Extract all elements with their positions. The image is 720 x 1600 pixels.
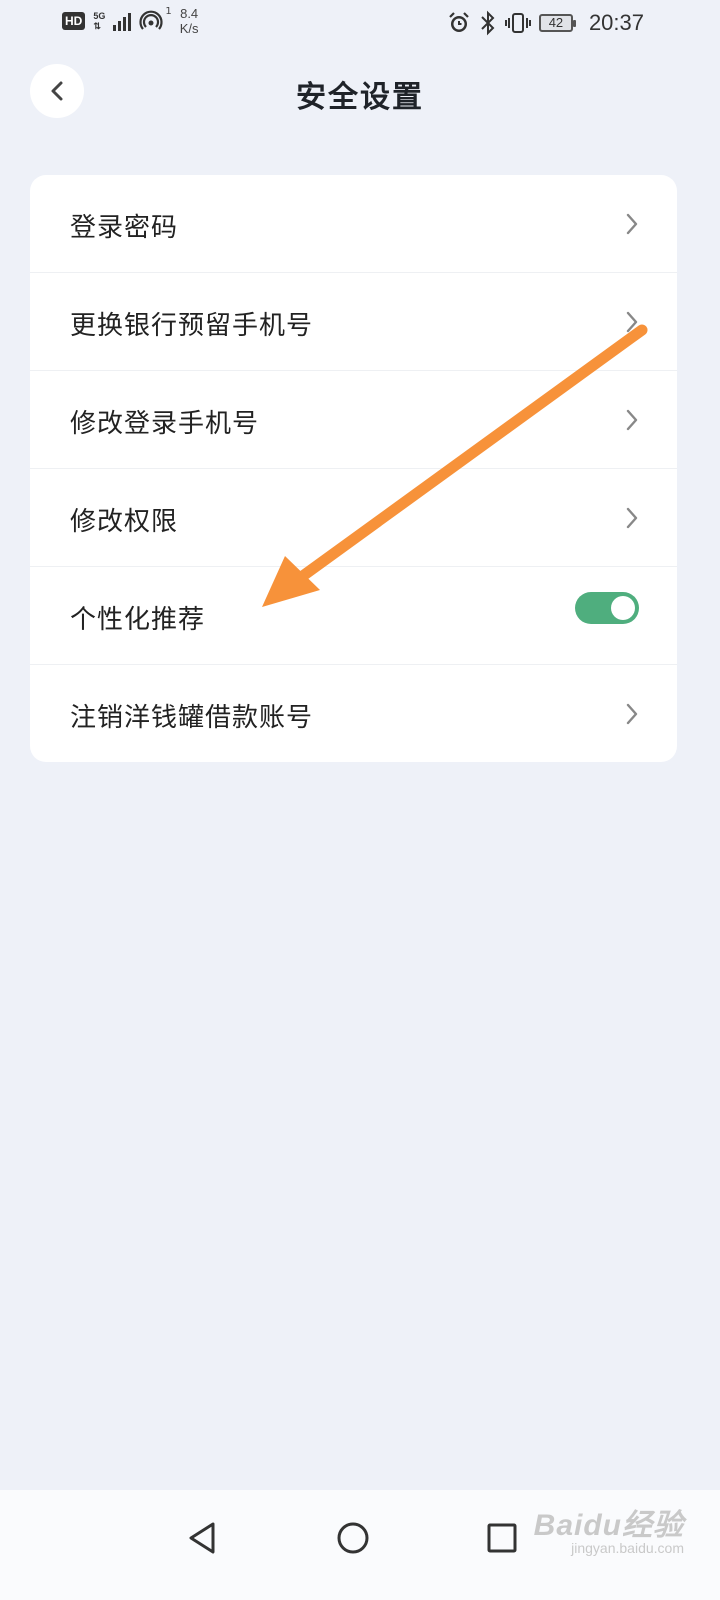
chevron-right-icon bbox=[626, 213, 638, 235]
hotspot-count: 1 bbox=[165, 6, 172, 17]
chevron-right-icon bbox=[626, 703, 638, 725]
hd-icon: HD bbox=[62, 12, 86, 30]
chevron-right-icon bbox=[626, 311, 638, 333]
setting-cancel-account[interactable]: 注销洋钱罐借款账号 bbox=[30, 665, 677, 762]
chevron-right-icon bbox=[626, 409, 638, 431]
personalized-recommendation-toggle[interactable] bbox=[575, 592, 639, 624]
status-bar: HD 5G ⇅ 1 8.4 K/s 42 20:37 bbox=[0, 0, 720, 50]
setting-personalized-recommendation: 个性化推荐 bbox=[30, 567, 677, 665]
status-time: 20:37 bbox=[588, 10, 644, 35]
setting-change-bank-phone[interactable]: 更换银行预留手机号 bbox=[30, 273, 677, 371]
chevron-right-icon bbox=[626, 507, 638, 529]
setting-label: 更换银行预留手机号 bbox=[70, 311, 314, 341]
battery-icon: 42 bbox=[538, 14, 576, 32]
setting-label: 修改登录手机号 bbox=[70, 409, 260, 439]
setting-label: 登录密码 bbox=[70, 213, 179, 243]
watermark-main: Baidu经验 bbox=[533, 1509, 684, 1542]
nav-back-button[interactable] bbox=[172, 1508, 232, 1568]
recents-square-icon bbox=[487, 1523, 517, 1553]
network-type: 5G ⇅ bbox=[93, 11, 106, 31]
setting-change-login-phone[interactable]: 修改登录手机号 bbox=[30, 371, 677, 469]
nav-recents-button[interactable] bbox=[472, 1508, 532, 1568]
setting-login-password[interactable]: 登录密码 bbox=[30, 175, 677, 273]
home-circle-icon bbox=[337, 1522, 369, 1554]
page-title: 安全设置 bbox=[296, 80, 424, 115]
baidu-watermark: Baidu经验 jingyan.baidu.com bbox=[534, 1500, 684, 1556]
alarm-icon bbox=[449, 12, 469, 32]
setting-label: 注销洋钱罐借款账号 bbox=[70, 703, 314, 733]
back-triangle-icon bbox=[189, 1522, 215, 1554]
hotspot-icon bbox=[139, 10, 163, 30]
setting-label: 个性化推荐 bbox=[70, 605, 206, 635]
setting-label: 修改权限 bbox=[70, 507, 179, 537]
settings-card: 登录密码 更换银行预留手机号 修改登录手机号 修改权限 个性化推荐 注销洋钱罐借… bbox=[30, 175, 677, 762]
signal-icon bbox=[113, 11, 132, 31]
vibrate-icon bbox=[504, 13, 531, 33]
setting-permissions[interactable]: 修改权限 bbox=[30, 469, 677, 567]
network-speed: 8.4 K/s bbox=[179, 6, 199, 36]
toggle-knob bbox=[611, 596, 635, 620]
bluetooth-icon bbox=[481, 10, 495, 36]
status-left: HD 5G ⇅ 1 8.4 K/s bbox=[62, 6, 199, 36]
status-right: 42 20:37 bbox=[447, 10, 644, 36]
nav-home-button[interactable] bbox=[323, 1508, 383, 1568]
